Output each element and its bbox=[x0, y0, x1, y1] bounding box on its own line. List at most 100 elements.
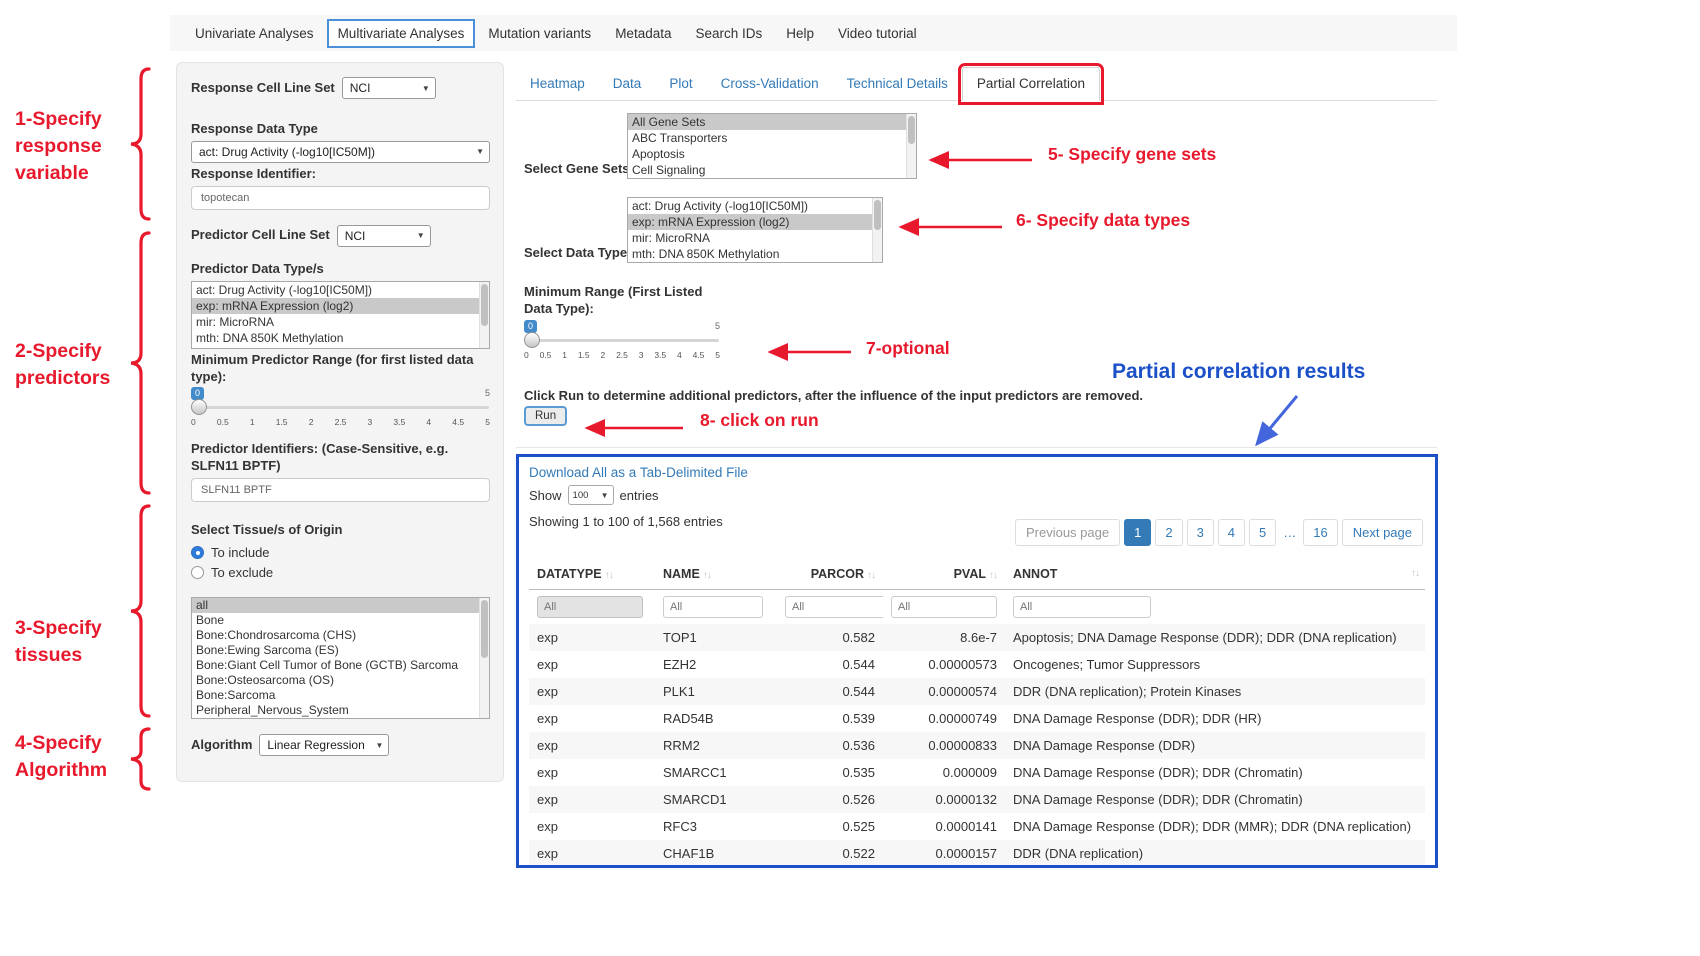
cell-datatype: exp bbox=[529, 786, 655, 813]
cell-parcor: 0.536 bbox=[777, 732, 883, 759]
option-mth-dna-850k-methylation[interactable]: mth: DNA 850K Methylation bbox=[192, 330, 489, 346]
annotation-brace-1 bbox=[127, 66, 153, 222]
slider-track[interactable] bbox=[192, 406, 489, 409]
response-cell-line-set-select[interactable]: NCI ▼ bbox=[342, 77, 436, 99]
option-cell-signaling[interactable]: Cell Signaling bbox=[628, 162, 916, 178]
column-header-datatype[interactable]: DATATYPE↑↓ bbox=[529, 559, 655, 590]
option-bone-chondrosarcoma-chs[interactable]: Bone:Chondrosarcoma (CHS) bbox=[192, 628, 489, 643]
scrollbar[interactable] bbox=[479, 598, 489, 718]
predictor-data-types-list[interactable]: act: Drug Activity (-log10[IC50M])exp: m… bbox=[191, 281, 490, 349]
option-bone[interactable]: Bone bbox=[192, 613, 489, 628]
prev-page-button[interactable]: Previous page bbox=[1015, 519, 1120, 546]
tissue-origin-label: Select Tissue/s of Origin bbox=[191, 522, 490, 539]
slider-tick-label: 2.5 bbox=[335, 417, 347, 427]
tab-cross-validation[interactable]: Cross-Validation bbox=[707, 68, 833, 100]
gene-sets-list[interactable]: All Gene SetsABC TransportersApoptosisCe… bbox=[627, 113, 917, 179]
scrollbar[interactable] bbox=[906, 114, 916, 178]
predictor-cell-line-set-select[interactable]: NCI ▼ bbox=[337, 225, 431, 247]
column-header-annot[interactable]: ANNOT↑↓ bbox=[1005, 559, 1425, 590]
slider-handle[interactable] bbox=[524, 332, 540, 348]
slider-tick-label: 2 bbox=[309, 417, 314, 427]
slider-track[interactable] bbox=[525, 339, 719, 342]
column-header-pval[interactable]: PVAL↑↓ bbox=[883, 559, 1005, 590]
tissue-list[interactable]: allBoneBone:Chondrosarcoma (CHS)Bone:Ewi… bbox=[191, 597, 490, 719]
page-button-1[interactable]: 1 bbox=[1124, 519, 1151, 546]
option-bone-ewing-sarcoma-es[interactable]: Bone:Ewing Sarcoma (ES) bbox=[192, 643, 489, 658]
main-tab-bar: HeatmapDataPlotCross-ValidationTechnical… bbox=[516, 64, 1437, 101]
nav-item-univariate-analyses[interactable]: Univariate Analyses bbox=[184, 19, 325, 48]
chevron-down-icon: ▼ bbox=[476, 147, 484, 156]
scrollbar[interactable] bbox=[872, 198, 882, 262]
slider-handle[interactable] bbox=[191, 399, 207, 415]
page-button-3[interactable]: 3 bbox=[1187, 519, 1214, 546]
response-identifier-input[interactable] bbox=[191, 186, 490, 210]
cell-pval: 8.6e-7 bbox=[883, 624, 1005, 651]
option-abc-transporters[interactable]: ABC Transporters bbox=[628, 130, 916, 146]
tab-partial-correlation[interactable]: Partial Correlation bbox=[962, 67, 1100, 101]
tab-data[interactable]: Data bbox=[599, 68, 656, 100]
option-all[interactable]: all bbox=[192, 598, 489, 613]
option-exp-mrna-expression-log2[interactable]: exp: mRNA Expression (log2) bbox=[628, 214, 882, 230]
option-mir-microrna[interactable]: mir: MicroRNA bbox=[628, 230, 882, 246]
next-page-button[interactable]: Next page bbox=[1342, 519, 1423, 546]
include-radio[interactable] bbox=[191, 546, 204, 559]
exclude-radio[interactable] bbox=[191, 566, 204, 579]
cell-annot: DDR (DNA replication) bbox=[1005, 840, 1425, 868]
tab-plot[interactable]: Plot bbox=[655, 68, 706, 100]
column-header-name[interactable]: NAME↑↓ bbox=[655, 559, 777, 590]
option-apoptosis[interactable]: Apoptosis bbox=[628, 146, 916, 162]
min-range-slider[interactable]: 0 5 00.511.522.533.544.55 bbox=[524, 320, 720, 364]
tab-heatmap[interactable]: Heatmap bbox=[516, 68, 599, 100]
option-exp-mrna-expression-log2[interactable]: exp: mRNA Expression (log2) bbox=[192, 298, 489, 314]
page-button-4[interactable]: 4 bbox=[1218, 519, 1245, 546]
show-entries-select[interactable]: 100 ▼ bbox=[568, 485, 614, 505]
option-peripheral-nervous-system[interactable]: Peripheral_Nervous_System bbox=[192, 703, 489, 718]
response-data-type-select[interactable]: act: Drug Activity (-log10[IC50M]) ▼ bbox=[191, 141, 490, 163]
scrollbar[interactable] bbox=[479, 282, 489, 348]
download-link[interactable]: Download All as a Tab-Delimited File bbox=[529, 465, 748, 480]
column-header-parcor[interactable]: PARCOR↑↓ bbox=[777, 559, 883, 590]
filter-input-name[interactable] bbox=[663, 596, 763, 618]
predictor-identifiers-input[interactable] bbox=[191, 478, 490, 502]
nav-item-multivariate-analyses[interactable]: Multivariate Analyses bbox=[327, 19, 476, 48]
option-bone-sarcoma[interactable]: Bone:Sarcoma bbox=[192, 688, 489, 703]
data-types-list[interactable]: act: Drug Activity (-log10[IC50M])exp: m… bbox=[627, 197, 883, 263]
filter-input-pval[interactable] bbox=[891, 596, 997, 618]
nav-item-metadata[interactable]: Metadata bbox=[604, 19, 682, 48]
page-button-16[interactable]: 16 bbox=[1303, 519, 1337, 546]
annotation-note-3: 3-Specify tissues bbox=[15, 615, 102, 669]
option-bone-osteosarcoma-os[interactable]: Bone:Osteosarcoma (OS) bbox=[192, 673, 489, 688]
filter-input-annot[interactable] bbox=[1013, 596, 1151, 618]
nav-item-search-ids[interactable]: Search IDs bbox=[684, 19, 773, 48]
algorithm-label: Algorithm bbox=[191, 737, 252, 754]
option-bone-giant-cell-tumor-of-bone-gctb-sarcoma[interactable]: Bone:Giant Cell Tumor of Bone (GCTB) Sar… bbox=[192, 658, 489, 673]
table-row: expRAD54B0.5390.00000749DNA Damage Respo… bbox=[529, 705, 1425, 732]
option-all-gene-sets[interactable]: All Gene Sets bbox=[628, 114, 916, 130]
table-row: expSMARCC10.5350.000009DNA Damage Respon… bbox=[529, 759, 1425, 786]
scrollbar-thumb[interactable] bbox=[874, 200, 881, 230]
results-panel: Download All as a Tab-Delimited File Sho… bbox=[516, 454, 1438, 868]
tab-technical-details[interactable]: Technical Details bbox=[833, 68, 962, 100]
response-cell-line-set-label: Response Cell Line Set bbox=[191, 80, 335, 97]
filter-input-datatype[interactable] bbox=[537, 596, 643, 618]
option-act-drug-activity-log10-ic50m[interactable]: act: Drug Activity (-log10[IC50M]) bbox=[628, 198, 882, 214]
option-mth-dna-850k-methylation[interactable]: mth: DNA 850K Methylation bbox=[628, 246, 882, 262]
run-button[interactable]: Run bbox=[524, 406, 567, 426]
nav-item-video-tutorial[interactable]: Video tutorial bbox=[827, 19, 928, 48]
scrollbar-thumb[interactable] bbox=[908, 116, 915, 144]
annotation-note-2: 2-Specify predictors bbox=[15, 338, 110, 392]
min-predictor-range-slider[interactable]: 0 5 00.511.522.533.544.55 bbox=[191, 387, 490, 431]
nav-item-mutation-variants[interactable]: Mutation variants bbox=[477, 19, 602, 48]
option-act-drug-activity-log10-ic50m[interactable]: act: Drug Activity (-log10[IC50M]) bbox=[192, 282, 489, 298]
page-button-5[interactable]: 5 bbox=[1249, 519, 1276, 546]
callout-run: 8- click on run bbox=[700, 410, 819, 431]
filter-input-parcor[interactable] bbox=[785, 596, 883, 618]
option-mir-microrna[interactable]: mir: MicroRNA bbox=[192, 314, 489, 330]
algorithm-select[interactable]: Linear Regression ▼ bbox=[259, 734, 389, 756]
scrollbar-thumb[interactable] bbox=[481, 284, 488, 326]
nav-item-help[interactable]: Help bbox=[775, 19, 825, 48]
scrollbar-thumb[interactable] bbox=[481, 600, 488, 658]
slider-tick-label: 3.5 bbox=[654, 350, 666, 360]
column-label: DATATYPE bbox=[537, 567, 602, 581]
page-button-2[interactable]: 2 bbox=[1155, 519, 1182, 546]
